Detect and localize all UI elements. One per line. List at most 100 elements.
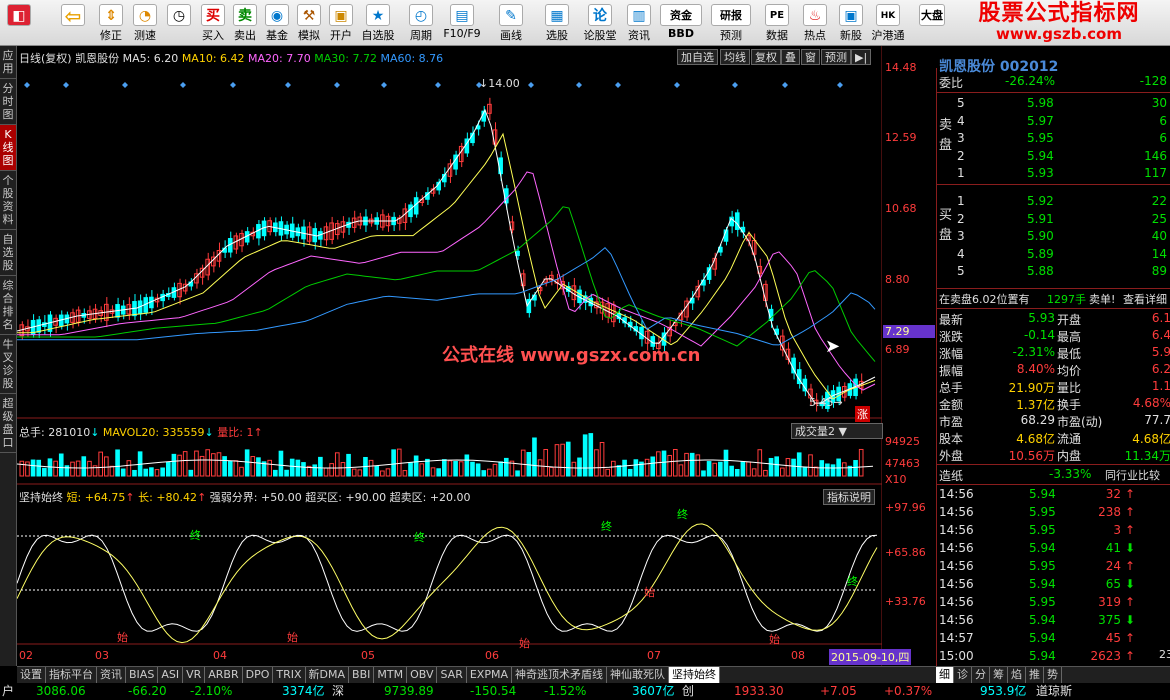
report-button[interactable]: 研报 预测 bbox=[708, 2, 754, 44]
industry-compare-link[interactable]: 同行业比较 bbox=[1105, 467, 1160, 483]
volume-bar bbox=[340, 462, 346, 477]
sh-amount: 3374亿 bbox=[282, 684, 325, 698]
volume-bar bbox=[622, 459, 627, 477]
sidebar-item-apps[interactable]: 应用 bbox=[0, 46, 16, 79]
tab-15[interactable]: 神奇逃顶术矛盾线 bbox=[512, 667, 607, 683]
quote-tab-6[interactable]: 势 bbox=[1044, 667, 1062, 683]
volume-bar bbox=[81, 456, 87, 477]
simulate-button[interactable]: ⚒ 模拟 bbox=[292, 2, 326, 44]
tab-8[interactable]: TRIX bbox=[273, 667, 306, 683]
volume-indicator-select[interactable]: 成交量2 ▼ bbox=[791, 423, 883, 439]
vol-tick-1: 94925 bbox=[885, 435, 920, 448]
overlay-button[interactable]: 叠 bbox=[781, 49, 800, 65]
clock-button[interactable]: ◷ bbox=[162, 2, 196, 44]
signal-diamond bbox=[180, 82, 186, 88]
tab-5[interactable]: VR bbox=[183, 667, 206, 683]
tab-13[interactable]: SAR bbox=[437, 667, 467, 683]
tab-16[interactable]: 神仙敢死队 bbox=[607, 667, 669, 683]
quote-tab-1[interactable]: 诊 bbox=[954, 667, 972, 683]
chart-menu-button[interactable]: ▶| bbox=[851, 49, 872, 65]
ipo-button[interactable]: ▣ 新股 bbox=[834, 2, 868, 44]
volume-bar bbox=[616, 465, 622, 477]
screen-button[interactable]: ▦ 选股 bbox=[540, 2, 574, 44]
volume-bar bbox=[520, 449, 526, 477]
indicator-help-button[interactable]: 指标说明 bbox=[823, 489, 875, 505]
sidebar-item-profile[interactable]: 个股资料 bbox=[0, 171, 16, 230]
add-watchlist-button[interactable]: 加自选 bbox=[677, 49, 718, 65]
volume-bar bbox=[689, 452, 695, 477]
quote-tab-2[interactable]: 分 bbox=[972, 667, 990, 683]
f10-button[interactable]: ▤ F10/F9 bbox=[442, 2, 482, 44]
back-button[interactable]: ⇦ bbox=[56, 2, 90, 44]
tab-3[interactable]: BIAS bbox=[126, 667, 159, 683]
volume-bar bbox=[301, 462, 306, 477]
down-arrow-icon: ⬇ bbox=[1125, 541, 1136, 555]
sidebar-item-intraday[interactable]: 分时图 bbox=[0, 79, 16, 125]
volume-bar bbox=[672, 449, 678, 477]
tab-2[interactable]: 资讯 bbox=[97, 667, 126, 683]
up-arrow-icon: ↑ bbox=[1125, 559, 1136, 573]
volume-bar bbox=[554, 444, 560, 477]
down-arrow-icon: ⬇ bbox=[1125, 577, 1136, 591]
volume-bar bbox=[532, 437, 537, 477]
ind-tick-1: +97.96 bbox=[885, 501, 926, 514]
money-button[interactable]: 资金 BBD bbox=[656, 2, 706, 44]
big-order-info[interactable]: 在卖盘6.02位置有 1297手 卖单! 查看详细 bbox=[937, 291, 1170, 308]
sh-index: 3086.06 bbox=[36, 684, 86, 698]
tab-9[interactable]: 新DMA bbox=[306, 667, 350, 683]
speed-button[interactable]: ◔ 测速 bbox=[128, 2, 162, 44]
sell-price: 5.97 bbox=[1027, 113, 1054, 128]
quote-tab-5[interactable]: 推 bbox=[1026, 667, 1044, 683]
quote-tab-4[interactable]: 焰 bbox=[1008, 667, 1026, 683]
sidebar-item-ranking[interactable]: 综合排名 bbox=[0, 276, 16, 335]
adjust-button[interactable]: 复权 bbox=[751, 49, 781, 65]
tab-6[interactable]: ARBR bbox=[205, 667, 243, 683]
tab-10[interactable]: BBI bbox=[349, 667, 375, 683]
sidebar-item-super-book[interactable]: 超级盘口 bbox=[0, 394, 16, 453]
volume-bar bbox=[718, 461, 723, 477]
arrow-up-down-icon: ⇕ bbox=[99, 4, 123, 26]
hk-connect-button[interactable]: HK 沪港通 bbox=[868, 2, 908, 44]
market-button[interactable]: 大盘 bbox=[918, 2, 946, 44]
ind-tick-2: +65.86 bbox=[885, 546, 926, 559]
tab-17[interactable]: 坚持始终 bbox=[668, 667, 720, 683]
hot-button[interactable]: ♨ 热点 bbox=[798, 2, 832, 44]
app-icon[interactable]: ◧ bbox=[2, 2, 36, 44]
volume-bar bbox=[109, 465, 115, 477]
sidebar-item-diagnosis[interactable]: 牛叉诊股 bbox=[0, 335, 16, 394]
forum-button[interactable]: 论论股堂 bbox=[580, 2, 620, 44]
window-button[interactable]: 窗 bbox=[801, 49, 820, 65]
tab-0[interactable]: 设置 bbox=[17, 667, 46, 683]
fund-button[interactable]: ◉ 基金 bbox=[260, 2, 294, 44]
open-account-button[interactable]: ▣ 开户 bbox=[324, 2, 358, 44]
data-button[interactable]: PE 数据 bbox=[760, 2, 794, 44]
tab-1[interactable]: 指标平台 bbox=[46, 667, 97, 683]
draw-button[interactable]: ✎ 画线 bbox=[494, 2, 528, 44]
tab-4[interactable]: ASI bbox=[158, 667, 184, 683]
tab-14[interactable]: EXPMA bbox=[467, 667, 512, 683]
dj-label: 道琼斯 bbox=[1036, 684, 1073, 698]
buy-button[interactable]: 买买入 bbox=[196, 2, 230, 44]
volume-bar bbox=[543, 449, 549, 477]
forecast-button[interactable]: 预测 bbox=[821, 49, 851, 65]
sell-button[interactable]: 卖卖出 bbox=[228, 2, 262, 44]
sidebar-item-kline[interactable]: K线图 bbox=[0, 125, 16, 171]
ma-button[interactable]: 均线 bbox=[720, 49, 750, 65]
tab-7[interactable]: DPO bbox=[243, 667, 274, 683]
stock-name: 凯恩股份 bbox=[75, 52, 120, 65]
quote-tab-0[interactable]: 细 bbox=[936, 667, 954, 683]
fix-button[interactable]: ⇕ 修正 bbox=[94, 2, 128, 44]
tick-extra: 23 bbox=[1159, 648, 1170, 661]
price-tick-4: 8.80 bbox=[885, 273, 910, 286]
tab-11[interactable]: MTM bbox=[374, 667, 408, 683]
sidebar-item-watchlist[interactable]: 自选股 bbox=[0, 230, 16, 276]
volume-bar bbox=[605, 468, 610, 477]
period-button[interactable]: ◴ 周期 bbox=[404, 2, 438, 44]
buy-level: 1 5.92 22 bbox=[957, 194, 1167, 208]
quote-tab-3[interactable]: 筹 bbox=[990, 667, 1008, 683]
committee-diff: -128 bbox=[1139, 74, 1167, 88]
tab-12[interactable]: OBV bbox=[407, 667, 438, 683]
watchlist-button[interactable]: ★ 自选股 bbox=[358, 2, 398, 44]
news-button[interactable]: ▥ 资讯 bbox=[622, 2, 656, 44]
end-mark-4: 终 bbox=[677, 508, 688, 521]
